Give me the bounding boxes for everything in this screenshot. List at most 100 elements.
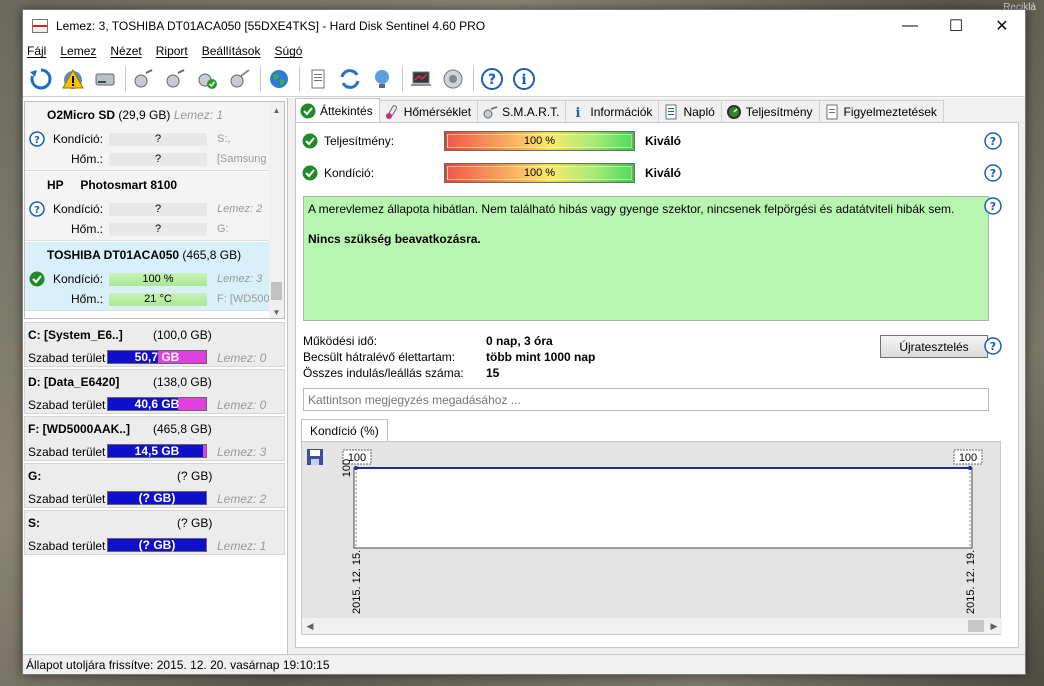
disk-card-o2micro[interactable]: O2Micro SD (29,9 GB) Lemez: 1 ? Kondíció… bbox=[25, 102, 270, 171]
menu-file[interactable]: Fájl bbox=[27, 44, 46, 58]
disk-list-scrollbar[interactable]: ▲ ▼ bbox=[269, 102, 284, 318]
free-space-value: 14,5 GB bbox=[134, 444, 180, 458]
scroll-down-arrow-icon[interactable]: ▼ bbox=[269, 304, 284, 318]
free-space-bar: (? GB) bbox=[107, 491, 207, 505]
app-logo-icon bbox=[32, 18, 48, 33]
verify-button[interactable] bbox=[193, 64, 223, 94]
partition-card[interactable]: D: [Data_E6420] (138,0 GB) Szabad terüle… bbox=[24, 369, 285, 414]
free-space-bar: 40,6 GB bbox=[107, 397, 207, 411]
stethoscope-check-icon bbox=[198, 73, 217, 89]
warning-disk-icon bbox=[62, 68, 84, 89]
menu-help[interactable]: Súgó bbox=[274, 44, 302, 58]
stethoscope-icon bbox=[134, 68, 153, 87]
disk-size: (465,8 GB) bbox=[182, 248, 242, 262]
tab-information[interactable]: i Információk bbox=[565, 100, 660, 122]
temp-label: Hőm.: bbox=[71, 292, 104, 306]
partition-card[interactable]: C: [System_E6..] (100,0 GB) Szabad terül… bbox=[24, 322, 285, 367]
data-label: 100 bbox=[959, 452, 977, 464]
menu-disk[interactable]: Lemez bbox=[60, 44, 96, 58]
partition-card[interactable]: G: (? GB) Szabad terület (? GB) Lemez: 2 bbox=[24, 463, 285, 508]
hard-disk-icon bbox=[95, 73, 115, 85]
performance-meter: 100 % bbox=[444, 131, 635, 151]
alert-disk-button[interactable] bbox=[58, 64, 88, 94]
report-button[interactable] bbox=[303, 64, 333, 94]
tab-overview[interactable]: Áttekintés bbox=[295, 98, 380, 122]
tab-performance[interactable]: Teljesítmény bbox=[720, 100, 820, 122]
sync-button[interactable] bbox=[335, 64, 365, 94]
document-icon bbox=[311, 69, 325, 88]
refresh-button[interactable] bbox=[26, 64, 56, 94]
repair-button[interactable] bbox=[225, 64, 255, 94]
start-stop-value: 15 bbox=[486, 366, 500, 380]
tab-log[interactable]: Napló bbox=[658, 100, 722, 122]
partition-size: (? GB) bbox=[177, 516, 213, 530]
disk-info-button[interactable] bbox=[90, 64, 120, 94]
menu-settings[interactable]: Beállítások bbox=[202, 44, 261, 58]
scroll-thumb[interactable] bbox=[968, 620, 984, 632]
partition-lemez: Lemez: 2 bbox=[217, 492, 267, 506]
help-icon[interactable]: ? bbox=[984, 197, 1002, 215]
condition-chart: 1002015. 12. 15.1002015. 12. 19.100 bbox=[341, 449, 983, 614]
surface-test-button[interactable] bbox=[161, 64, 191, 94]
partition-size: (? GB) bbox=[177, 469, 213, 483]
disk-stats: Működési idő: 0 nap, 3 óra Becsült hátral… bbox=[303, 333, 595, 381]
tab-label: S.M.A.R.T. bbox=[502, 104, 560, 119]
svg-text:?: ? bbox=[990, 167, 996, 180]
start-stop-label: Összes indulás/leállás száma: bbox=[303, 366, 464, 380]
disk-card-hp[interactable]: HP Photosmart 8100 ? Kondíció: ? Lemez: … bbox=[25, 172, 270, 241]
svg-text:?: ? bbox=[488, 72, 496, 88]
help-icon[interactable]: ? bbox=[984, 164, 1002, 182]
svg-text:i: i bbox=[576, 106, 581, 120]
close-button[interactable]: ✕ bbox=[979, 10, 1025, 41]
help-button[interactable]: ? bbox=[477, 64, 507, 94]
disk-card-toshiba[interactable]: TOSHIBA DT01ACA050 (465,8 GB) Kondíció: … bbox=[25, 242, 270, 311]
ok-check-icon bbox=[300, 103, 316, 118]
title-bar[interactable]: Lemez: 3, TOSHIBA DT01ACA050 [55DXE4TKS]… bbox=[23, 10, 1025, 41]
disk-size: (29,9 GB) bbox=[118, 108, 171, 122]
globe-icon bbox=[270, 69, 288, 88]
tab-label: Áttekintés bbox=[320, 103, 373, 118]
chart-tab-bar: Kondíció (%) bbox=[301, 419, 388, 441]
note-input[interactable] bbox=[303, 388, 989, 411]
minimize-button[interactable]: — bbox=[887, 10, 933, 41]
status-bar: Állapot utoljára frissítve: 2015. 12. 20… bbox=[23, 654, 1025, 674]
tab-condition-chart[interactable]: Kondíció (%) bbox=[301, 419, 388, 441]
partition-card[interactable]: S: (? GB) Szabad terület (? GB) Lemez: 1 bbox=[24, 510, 285, 555]
svg-text:?: ? bbox=[990, 135, 996, 148]
remaining-life-value: több mint 1000 nap bbox=[486, 350, 596, 364]
retest-button[interactable]: Újratesztelés bbox=[880, 335, 988, 358]
scroll-up-arrow-icon[interactable]: ▲ bbox=[269, 102, 284, 118]
web-button[interactable] bbox=[264, 64, 294, 94]
stethoscope-icon bbox=[166, 68, 185, 87]
tab-label: Napló bbox=[683, 104, 715, 119]
svg-text:?: ? bbox=[990, 200, 996, 213]
tab-smart[interactable]: S.M.A.R.T. bbox=[477, 100, 567, 122]
partition-size: (465,8 GB) bbox=[153, 422, 212, 436]
menu-report[interactable]: Riport bbox=[156, 44, 188, 58]
scroll-left-arrow-icon[interactable]: ◀ bbox=[302, 621, 318, 632]
menu-view[interactable]: Nézet bbox=[110, 44, 141, 58]
disk-test-button[interactable] bbox=[129, 64, 159, 94]
tab-alerts[interactable]: Figyelmeztetések bbox=[818, 100, 944, 122]
help-icon[interactable]: ? bbox=[984, 132, 1002, 150]
scroll-right-arrow-icon[interactable]: ▶ bbox=[986, 621, 1002, 632]
performance-label: Teljesítmény: bbox=[324, 134, 395, 148]
data-point bbox=[354, 466, 358, 470]
maximize-button[interactable]: ☐ bbox=[933, 10, 979, 41]
help-icon[interactable]: ? bbox=[984, 337, 1002, 355]
temp-value: ? bbox=[109, 153, 207, 166]
scroll-thumb[interactable] bbox=[271, 282, 282, 300]
ok-check-icon bbox=[29, 271, 45, 287]
info-button[interactable]: i bbox=[509, 64, 539, 94]
free-space-label: Szabad terület bbox=[28, 398, 106, 412]
temp-label: Hőm.: bbox=[71, 222, 104, 236]
monitor-button[interactable] bbox=[406, 64, 436, 94]
network-button[interactable] bbox=[367, 64, 397, 94]
left-pane: O2Micro SD (29,9 GB) Lemez: 1 ? Kondíció… bbox=[23, 98, 288, 654]
partition-card[interactable]: F: [WD5000AAK..] (465,8 GB) Szabad terül… bbox=[24, 416, 285, 461]
tab-temperature[interactable]: Hőmérséklet bbox=[378, 100, 479, 122]
chart-horizontal-scrollbar[interactable]: ◀ ▶ bbox=[302, 618, 1002, 634]
disk-name-model: Photosmart 8100 bbox=[80, 178, 178, 192]
partition-name: F: [WD5000AAK..] bbox=[28, 422, 131, 436]
sound-button[interactable] bbox=[438, 64, 468, 94]
